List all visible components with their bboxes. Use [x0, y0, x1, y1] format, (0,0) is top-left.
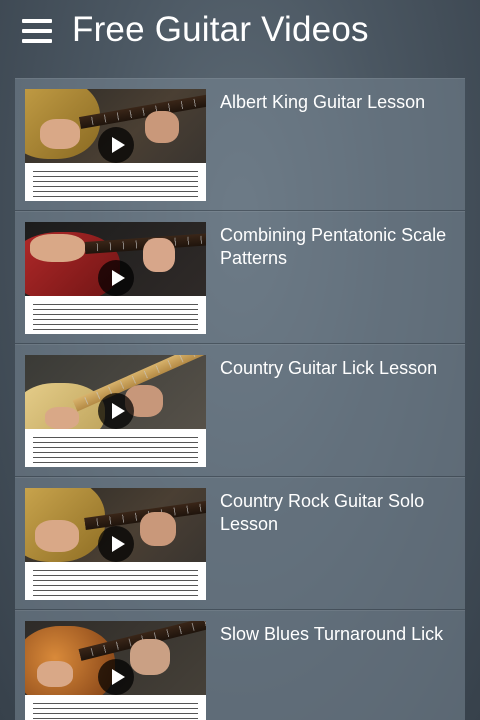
tablature	[25, 695, 206, 720]
play-icon[interactable]	[98, 127, 134, 163]
play-icon[interactable]	[98, 526, 134, 562]
video-list-item[interactable]: Country Guitar Lick Lesson	[15, 344, 465, 477]
hamburger-menu-icon[interactable]	[22, 19, 52, 43]
video-thumbnail[interactable]	[25, 488, 206, 600]
video-list-item[interactable]: Albert King Guitar Lesson	[15, 78, 465, 211]
page-title: Free Guitar Videos	[72, 10, 369, 49]
video-list-item[interactable]: Slow Blues Turnaround Lick	[15, 610, 465, 720]
video-thumbnail[interactable]	[25, 355, 206, 467]
video-list-item[interactable]: Combining Pentatonic Scale Patterns	[15, 211, 465, 344]
video-thumbnail[interactable]	[25, 222, 206, 334]
tablature	[25, 163, 206, 201]
tablature	[25, 562, 206, 600]
play-icon[interactable]	[98, 393, 134, 429]
play-icon[interactable]	[98, 260, 134, 296]
tablature	[25, 296, 206, 334]
video-title[interactable]: Combining Pentatonic Scale Patterns	[220, 224, 456, 270]
app-header: Free Guitar Videos	[0, 0, 480, 66]
video-title[interactable]: Country Rock Guitar Solo Lesson	[220, 490, 456, 536]
video-thumbnail[interactable]	[25, 621, 206, 720]
video-title[interactable]: Country Guitar Lick Lesson	[220, 357, 456, 380]
video-list: Albert King Guitar Lesson Combining Pent…	[15, 78, 465, 720]
video-list-item[interactable]: Country Rock Guitar Solo Lesson	[15, 477, 465, 610]
video-thumbnail[interactable]	[25, 89, 206, 201]
tablature	[25, 429, 206, 467]
play-icon[interactable]	[98, 659, 134, 695]
video-title[interactable]: Albert King Guitar Lesson	[220, 91, 456, 114]
video-title[interactable]: Slow Blues Turnaround Lick	[220, 623, 456, 646]
